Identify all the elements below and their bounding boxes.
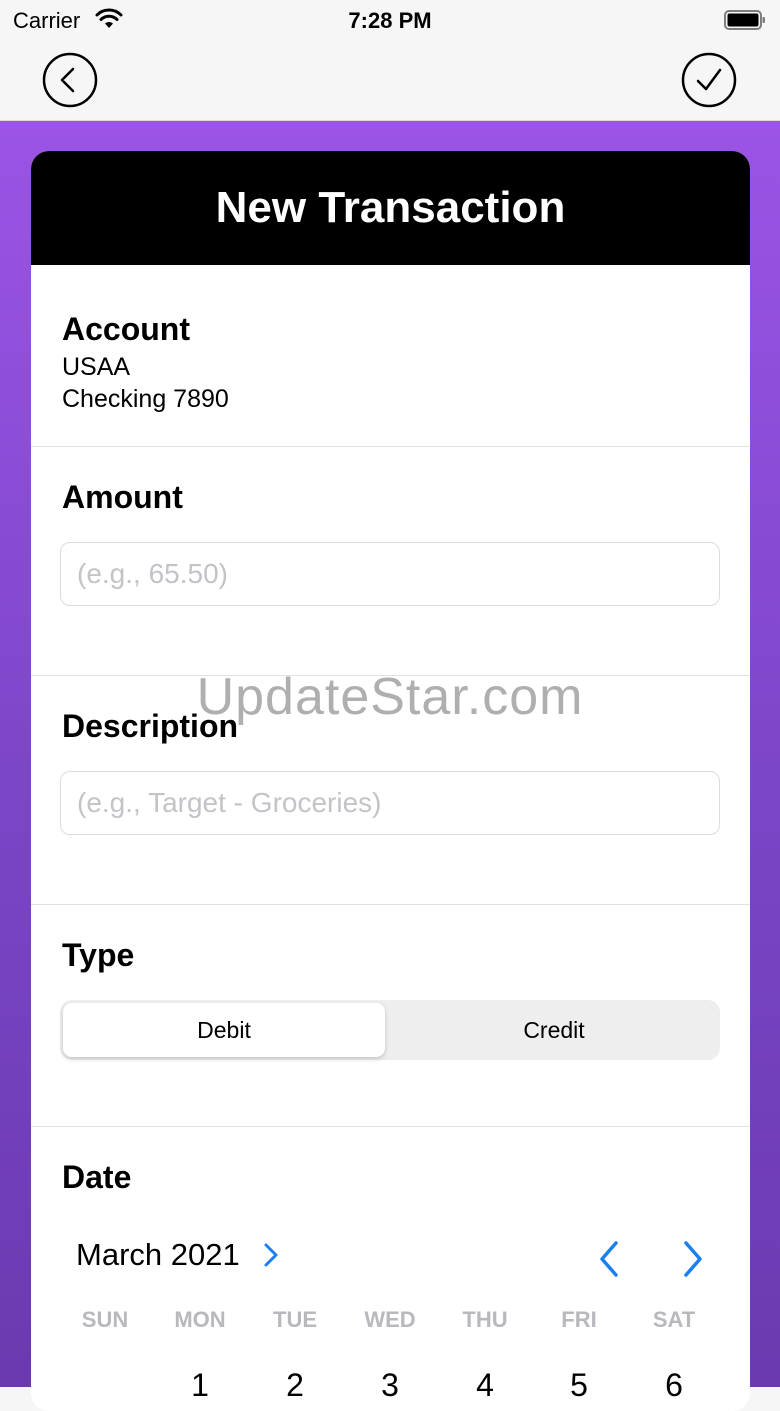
next-month-button[interactable] (678, 1239, 708, 1279)
transaction-card: New Transaction Account USAA Checking 78… (31, 151, 750, 1411)
calendar-day[interactable]: 6 (634, 1367, 714, 1404)
description-input[interactable]: (e.g., Target - Groceries) (60, 771, 720, 835)
account-bank: USAA (62, 353, 131, 381)
segment-credit[interactable]: Credit (393, 1003, 715, 1057)
previous-month-button[interactable] (594, 1239, 624, 1279)
weekday-thu: THU (462, 1307, 508, 1332)
calendar-day[interactable]: 4 (445, 1367, 525, 1404)
navigation-bar (0, 40, 780, 121)
date-section: Date March 2021 SUN MON TUE WED THU FRI … (31, 1127, 750, 1411)
month-expand-chevron-icon[interactable] (263, 1242, 279, 1273)
account-section[interactable]: Account USAA Checking 7890 (31, 265, 750, 447)
weekday-sun: SUN (81, 1307, 129, 1332)
chevron-left-icon (600, 1241, 618, 1277)
segment-debit[interactable]: Debit (63, 1003, 385, 1057)
save-button[interactable] (681, 52, 737, 108)
card-title: New Transaction (31, 151, 750, 265)
calendar-day[interactable]: 3 (350, 1367, 430, 1404)
watermark-text: UpdateStar.com (196, 668, 584, 726)
weekday-tue: TUE (273, 1307, 317, 1332)
battery-icon (724, 10, 766, 35)
type-segmented-control[interactable]: Debit Credit (60, 1000, 720, 1060)
calendar-day[interactable]: 2 (255, 1367, 335, 1404)
status-bar: Carrier 7:28 PM (0, 0, 780, 40)
checkmark-circle-icon (681, 52, 737, 108)
account-name: Checking 7890 (62, 385, 229, 413)
status-time: 7:28 PM (348, 8, 432, 33)
month-year-label[interactable]: March 2021 (76, 1237, 240, 1273)
chevron-right-icon (684, 1241, 702, 1277)
type-section: Type Debit Credit (31, 905, 750, 1127)
chevron-left-circle-icon (42, 52, 98, 108)
amount-section: Amount (e.g., 65.50) (31, 447, 750, 676)
account-label: Account (62, 311, 190, 347)
weekday-sat: SAT (652, 1307, 696, 1332)
type-label: Type (62, 937, 135, 973)
calendar-day[interactable]: 1 (160, 1367, 240, 1404)
amount-label: Amount (62, 479, 183, 515)
weekday-wed: WED (364, 1307, 416, 1332)
date-label: Date (62, 1159, 132, 1195)
weekday-fri: FRI (561, 1307, 597, 1332)
back-button[interactable] (42, 52, 98, 108)
weekday-mon: MON (174, 1307, 226, 1332)
calendar-day[interactable]: 5 (539, 1367, 619, 1404)
amount-input[interactable]: (e.g., 65.50) (60, 542, 720, 606)
